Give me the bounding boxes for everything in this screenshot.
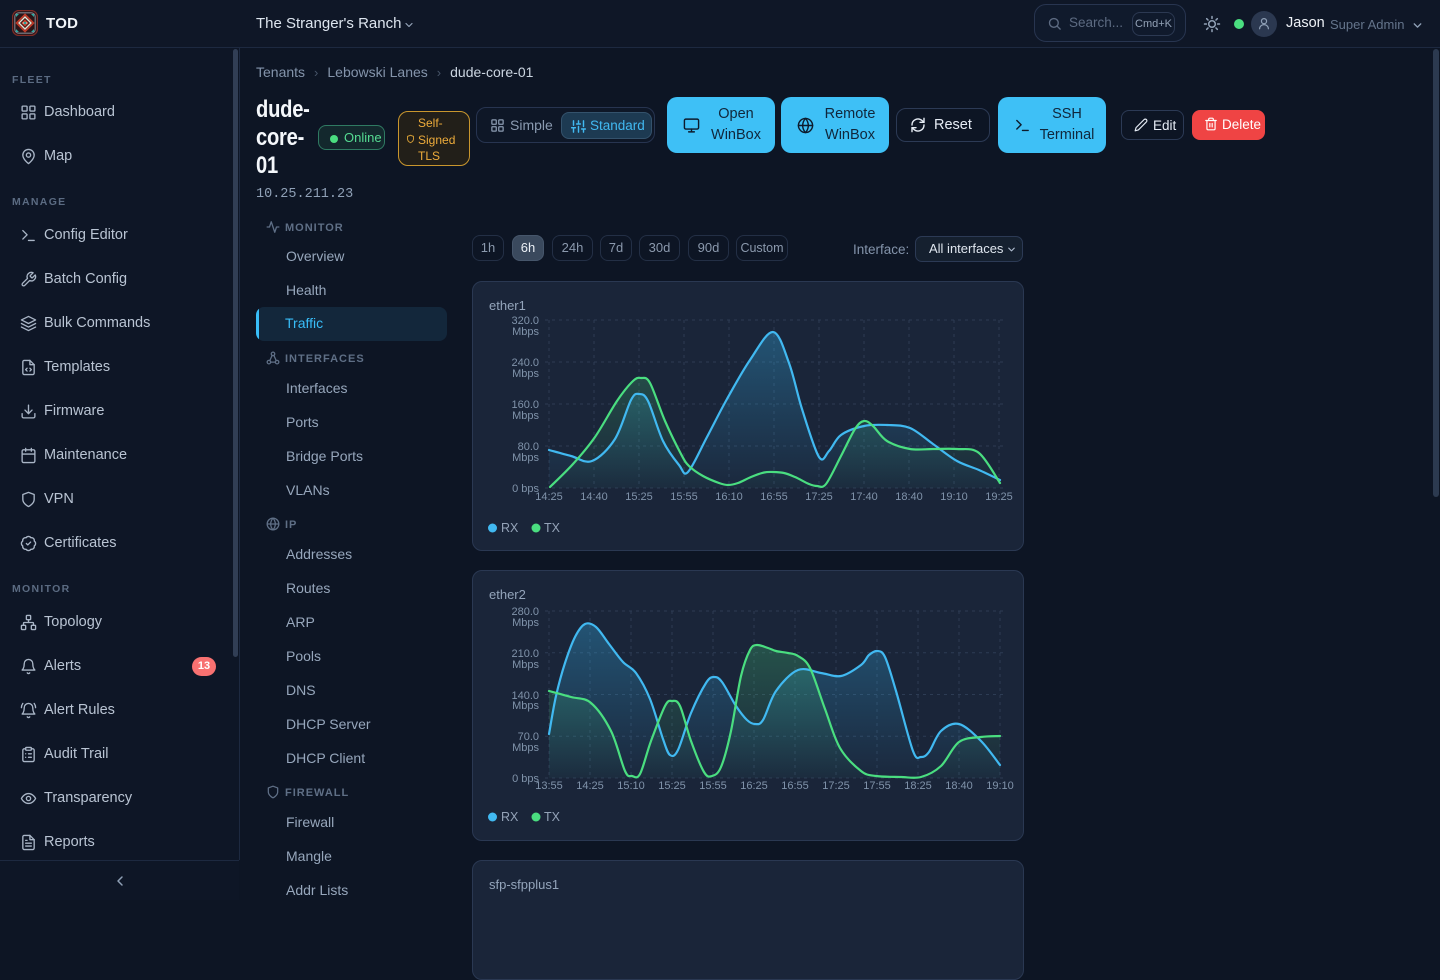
svg-text:RX: RX	[501, 521, 519, 535]
svg-text:Mbps: Mbps	[512, 410, 539, 422]
svg-text:17:55: 17:55	[863, 780, 891, 792]
svg-text:15:55: 15:55	[670, 491, 698, 503]
svg-text:Mbps: Mbps	[512, 326, 539, 338]
svg-text:14:40: 14:40	[580, 491, 608, 503]
svg-text:16:55: 16:55	[760, 491, 788, 503]
svg-text:17:25: 17:25	[805, 491, 833, 503]
svg-text:14:25: 14:25	[576, 780, 604, 792]
svg-text:13:55: 13:55	[535, 780, 563, 792]
svg-text:Mbps: Mbps	[512, 742, 539, 754]
svg-text:19:10: 19:10	[986, 780, 1014, 792]
svg-text:Mbps: Mbps	[512, 368, 539, 380]
svg-text:14:25: 14:25	[535, 491, 563, 503]
svg-text:TX: TX	[544, 810, 561, 824]
svg-text:15:10: 15:10	[617, 780, 645, 792]
svg-text:18:40: 18:40	[945, 780, 973, 792]
svg-text:Mbps: Mbps	[512, 700, 539, 712]
svg-text:16:10: 16:10	[715, 491, 743, 503]
svg-text:15:25: 15:25	[658, 780, 686, 792]
svg-text:RX: RX	[501, 810, 519, 824]
svg-text:TX: TX	[544, 521, 561, 535]
svg-text:15:55: 15:55	[699, 780, 727, 792]
svg-text:17:40: 17:40	[850, 491, 878, 503]
svg-text:17:25: 17:25	[822, 780, 850, 792]
svg-text:19:10: 19:10	[940, 491, 968, 503]
svg-text:19:25: 19:25	[985, 491, 1013, 503]
svg-text:16:25: 16:25	[740, 780, 768, 792]
svg-text:16:55: 16:55	[781, 780, 809, 792]
svg-text:18:40: 18:40	[895, 491, 923, 503]
svg-text:Mbps: Mbps	[512, 452, 539, 464]
svg-text:15:25: 15:25	[625, 491, 653, 503]
svg-text:Mbps: Mbps	[512, 659, 539, 671]
svg-text:18:25: 18:25	[904, 780, 932, 792]
svg-text:Mbps: Mbps	[512, 617, 539, 629]
